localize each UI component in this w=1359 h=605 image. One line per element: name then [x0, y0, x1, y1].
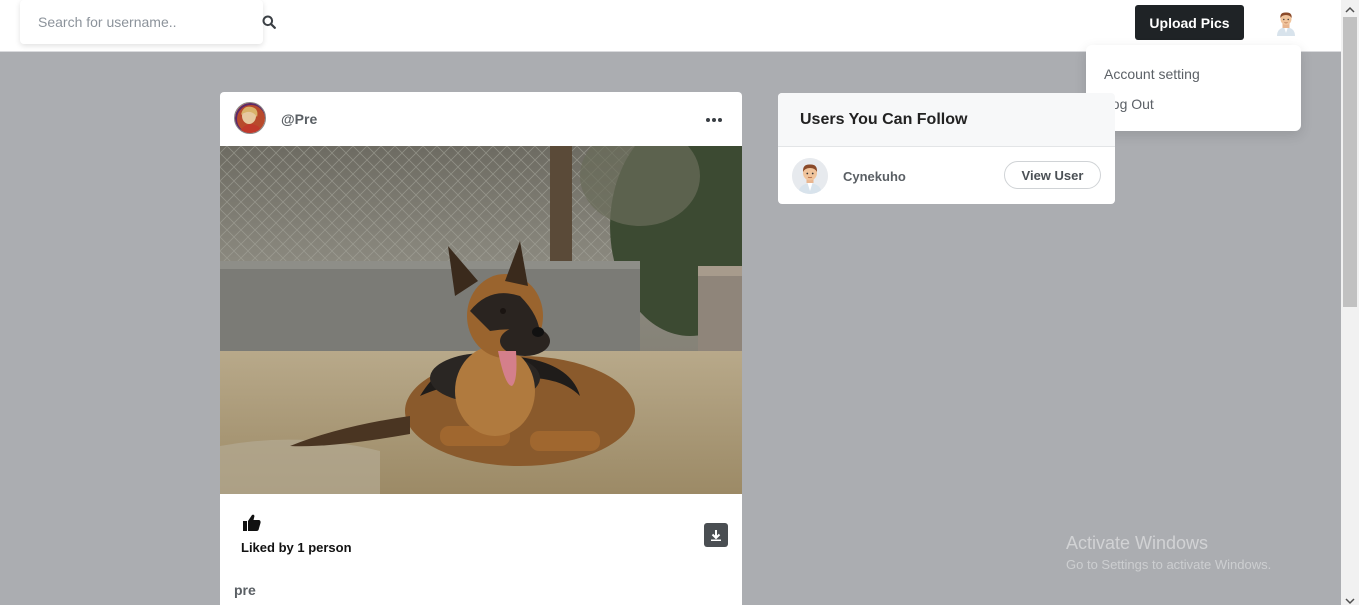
user-avatar-icon[interactable] [1274, 10, 1298, 36]
suggestions-title: Users You Can Follow [800, 111, 968, 128]
post-header: @Pre [220, 92, 742, 146]
upload-pics-button[interactable]: Upload Pics [1135, 5, 1244, 40]
post-username[interactable]: @Pre [281, 111, 317, 127]
likes-count-text: Liked by 1 person [241, 540, 352, 555]
search-box [20, 0, 263, 44]
suggested-user-avatar [792, 158, 828, 194]
post-author-avatar[interactable] [234, 102, 266, 134]
activate-windows-title: Activate Windows [1066, 533, 1209, 553]
scroll-down-arrow-icon[interactable] [1345, 593, 1355, 605]
post-card: @Pre Liked by 1 person pre [220, 92, 742, 605]
view-user-button[interactable]: View User [1004, 161, 1101, 189]
activate-windows-subtitle: Go to Settings to activate Windows. [1066, 557, 1272, 572]
thumbs-up-icon[interactable] [242, 513, 262, 533]
post-image [220, 116, 742, 494]
more-dots-icon[interactable] [704, 110, 724, 130]
account-dropdown-menu: Account setting Log Out [1086, 45, 1301, 131]
suggestions-header: Users You Can Follow [778, 93, 1115, 147]
page-scrollbar[interactable] [1341, 0, 1359, 605]
caption-username: pre [234, 582, 256, 598]
scroll-up-arrow-icon[interactable] [1345, 2, 1355, 13]
account-setting-menu-item[interactable]: Account setting [1104, 66, 1200, 82]
suggested-user-name: Cynekuho [843, 169, 906, 184]
search-icon[interactable] [262, 15, 276, 29]
suggestions-card: Users You Can Follow Cynekuho View User [778, 93, 1115, 204]
search-input[interactable] [38, 14, 248, 30]
download-icon[interactable] [704, 523, 728, 547]
scrollbar-thumb[interactable] [1343, 17, 1357, 307]
